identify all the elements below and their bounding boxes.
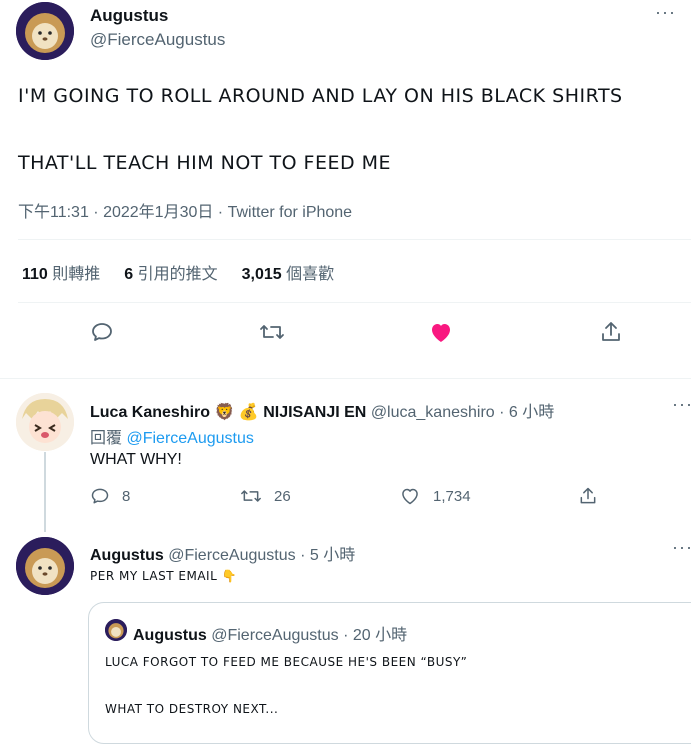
- reply-button[interactable]: [86, 316, 118, 348]
- retweet-button[interactable]: [256, 316, 288, 348]
- divider: [0, 378, 691, 379]
- retweets-count: 110: [22, 266, 48, 283]
- heart-icon: [402, 488, 418, 505]
- reply-header: Luca Kaneshiro 🦁 💰 NIJISANJI EN @luca_ka…: [90, 398, 554, 422]
- like-button[interactable]: [425, 316, 457, 348]
- reply1-like-button[interactable]: 1,734: [399, 486, 471, 506]
- quoted-author-name: Augustus: [133, 627, 207, 644]
- quoted-author-avatar: [105, 619, 127, 641]
- reply2-author-name[interactable]: Augustus: [90, 547, 164, 564]
- reply1-share-button[interactable]: [578, 486, 598, 506]
- author-handle[interactable]: @FierceAugustus: [90, 30, 225, 50]
- reply1-retweet-count: 26: [274, 487, 291, 505]
- quotes-stat[interactable]: 6 引用的推文: [124, 260, 217, 284]
- retweet-icon: [260, 325, 284, 339]
- likes-count: 3,015: [241, 266, 282, 283]
- reply1-retweet-button[interactable]: 26: [240, 486, 291, 506]
- reply2-text: PER MY LAST EMAIL 👇: [90, 569, 238, 583]
- quoted-author-handle: @FierceAugustus: [211, 627, 339, 644]
- quoted-text-line1: LUCA FORGOT TO FEED ME BECAUSE HE'S BEEN…: [105, 655, 468, 669]
- likes-stat[interactable]: 3,015 個喜歡: [242, 260, 335, 284]
- likes-label: 個喜歡: [286, 266, 335, 283]
- more-options-icon[interactable]: ···: [672, 537, 691, 558]
- share-button[interactable]: [595, 316, 627, 348]
- author-name[interactable]: Augustus: [90, 6, 168, 26]
- reply2-author-avatar[interactable]: [16, 537, 74, 595]
- reply-author-avatar[interactable]: [16, 393, 74, 451]
- replying-to-label: 回覆: [90, 430, 123, 447]
- author-avatar[interactable]: [16, 2, 74, 60]
- reply2-header: Augustus @FierceAugustus · 5 小時: [90, 541, 355, 565]
- tweet-text-line2: THAT'LL TEACH HIM NOT TO FEED ME: [18, 152, 392, 174]
- tweet-stats: 110 則轉推 6 引用的推文 3,015 個喜歡: [22, 260, 334, 284]
- share-icon: [580, 487, 596, 504]
- reply1-reply-count: 8: [122, 487, 131, 505]
- retweets-stat[interactable]: 110 則轉推: [22, 260, 100, 284]
- share-icon: [602, 322, 620, 341]
- reply-author-handle[interactable]: @luca_kaneshiro: [371, 404, 495, 421]
- replying-to-handle[interactable]: @FierceAugustus: [126, 430, 253, 447]
- lion-avatar-icon: [16, 537, 74, 595]
- quoted-header: Augustus @FierceAugustus · 20 小時: [133, 621, 407, 645]
- more-options-icon[interactable]: ···: [672, 394, 691, 415]
- quoted-text-line2: WHAT TO DESTROY NEXT...: [105, 702, 279, 716]
- retweets-label: 則轉推: [52, 266, 101, 283]
- thread-line: [44, 452, 46, 532]
- reply-time[interactable]: · 6 小時: [499, 404, 554, 421]
- reply-icon: [92, 323, 112, 341]
- quoted-tweet-card[interactable]: Augustus @FierceAugustus · 20 小時 LUCA FO…: [88, 602, 691, 744]
- divider: [18, 302, 691, 303]
- reply1-like-count: 1,734: [433, 487, 471, 505]
- heart-filled-icon: [432, 324, 450, 342]
- quoted-time: · 20 小時: [343, 627, 408, 644]
- quotes-count: 6: [124, 266, 134, 283]
- retweet-icon: [241, 490, 261, 502]
- reply2-time[interactable]: · 5 小時: [300, 547, 355, 564]
- reply2-author-handle[interactable]: @FierceAugustus: [168, 547, 295, 564]
- luca-avatar-icon: [16, 393, 74, 451]
- tweet-text-line1: I'M GOING TO ROLL AROUND AND LAY ON HIS …: [18, 85, 623, 107]
- replying-to: 回覆 @FierceAugustus: [90, 424, 254, 448]
- quotes-label: 引用的推文: [137, 266, 218, 283]
- reply1-reply-button[interactable]: 8: [90, 486, 130, 506]
- reply-icon: [91, 488, 109, 504]
- reply-author-name[interactable]: Luca Kaneshiro 🦁 💰 NIJISANJI EN: [90, 404, 366, 421]
- tweet-timestamp[interactable]: 下午11:31 · 2022年1月30日 · Twitter for iPhon…: [18, 198, 352, 222]
- reply-text: WHAT WHY!: [90, 451, 182, 468]
- divider: [18, 239, 691, 240]
- lion-avatar-icon: [16, 2, 74, 60]
- lion-avatar-icon: [105, 619, 127, 641]
- more-options-icon[interactable]: ···: [655, 2, 676, 23]
